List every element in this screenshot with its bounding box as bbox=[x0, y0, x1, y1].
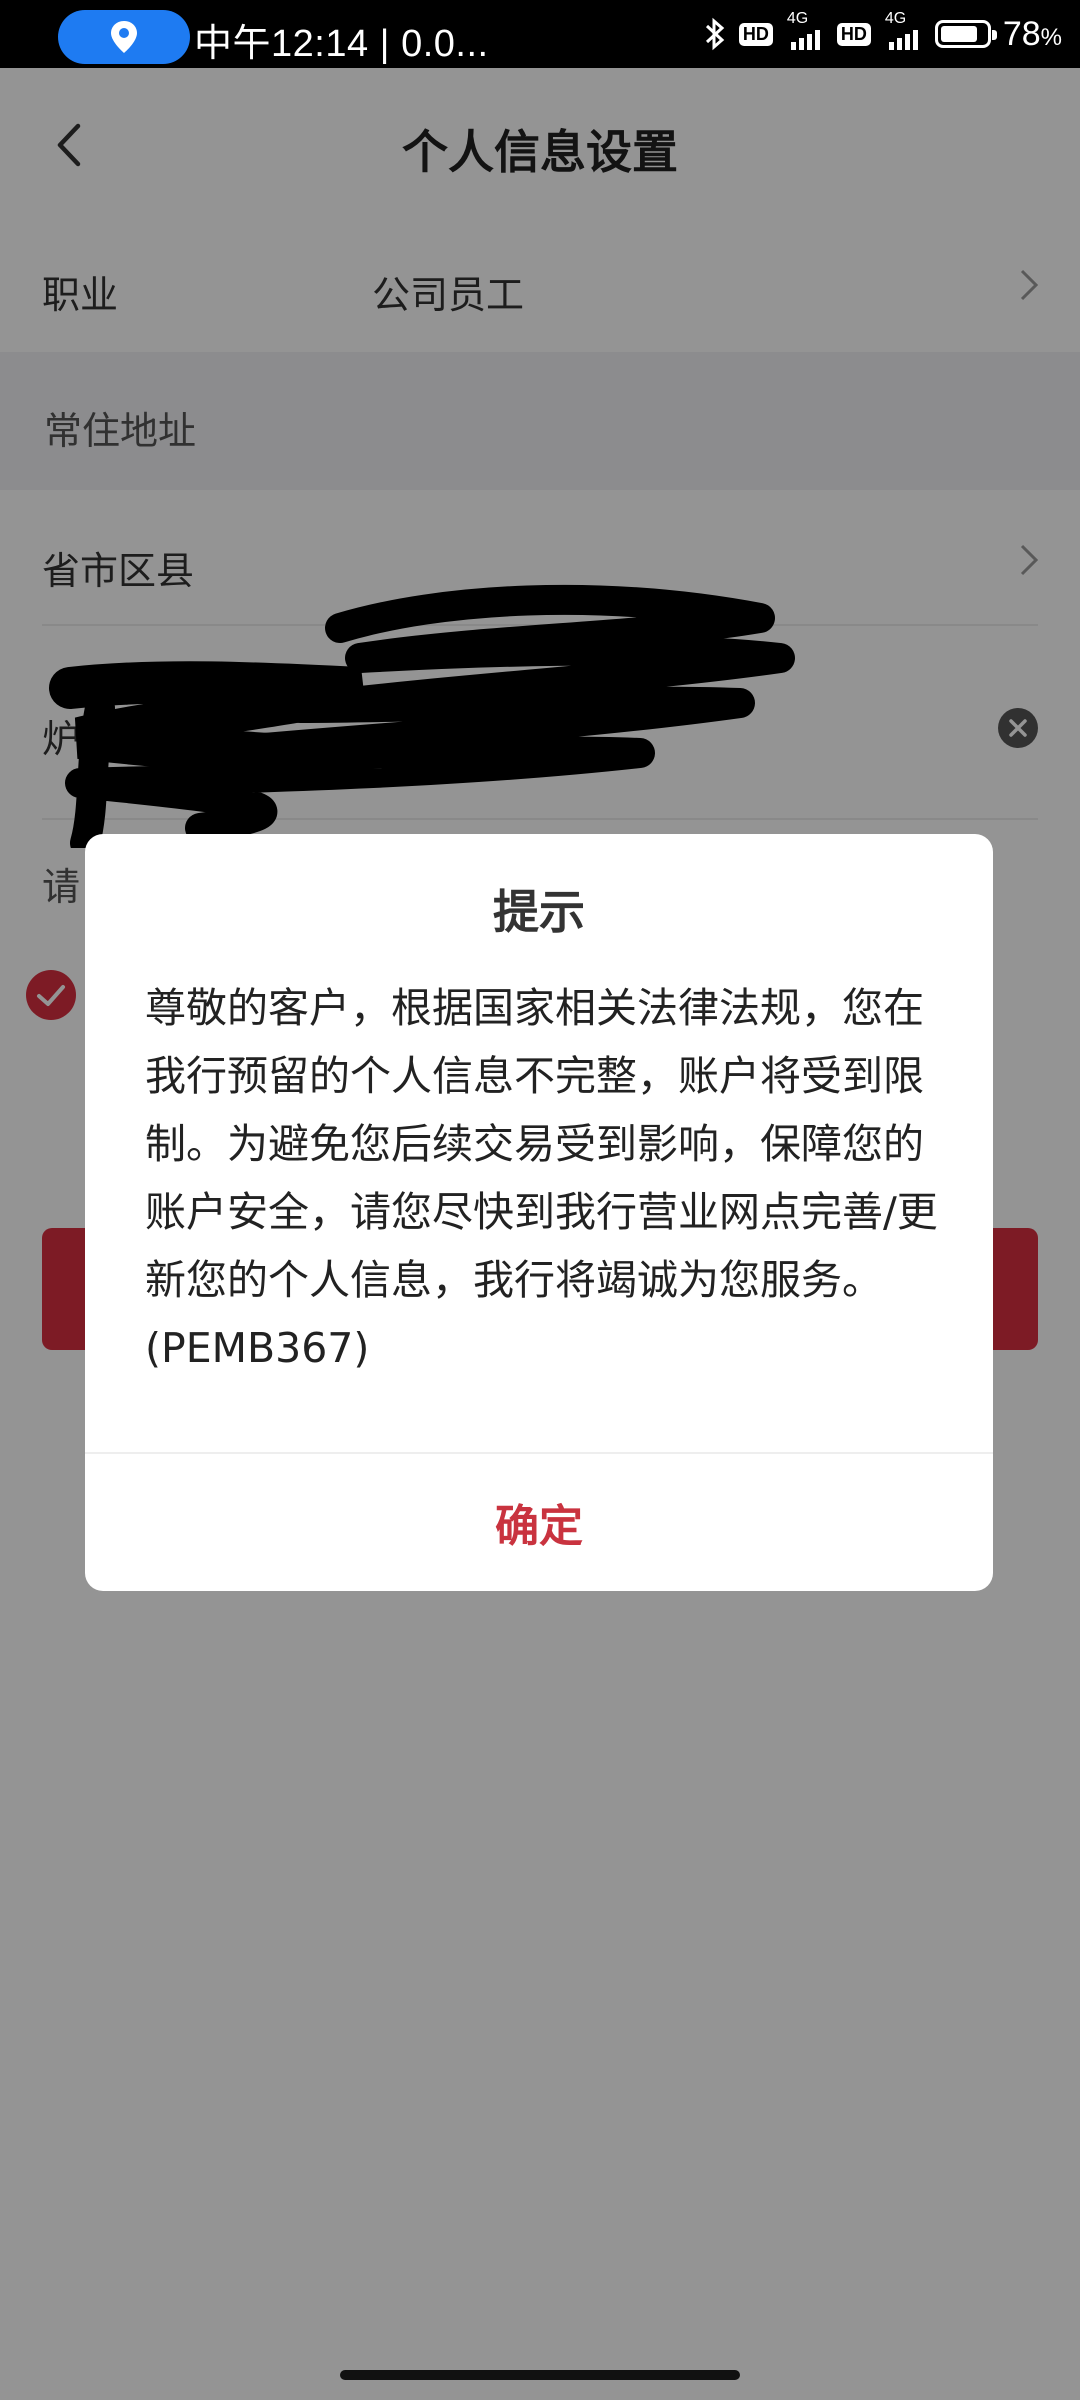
status-bar: 中午12:14 | 0.0... HD 4G HD 4G 78% bbox=[0, 0, 1080, 68]
dialog-message: 尊敬的客户，根据国家相关法律法规，您在我行预留的个人信息不完整，账户将受到限制。… bbox=[145, 984, 938, 1372]
alert-dialog: 提示 尊敬的客户，根据国家相关法律法规，您在我行预留的个人信息不完整，账户将受到… bbox=[85, 834, 993, 1591]
signal-icon-2: 4G bbox=[883, 10, 923, 52]
status-icons: HD 4G HD 4G 78% bbox=[703, 10, 1062, 56]
location-indicator[interactable] bbox=[58, 10, 190, 64]
hd-badge-1: HD bbox=[738, 22, 773, 46]
battery-percent: 78% bbox=[1002, 14, 1062, 53]
location-icon bbox=[111, 21, 137, 53]
bluetooth-icon bbox=[705, 17, 725, 51]
confirm-button[interactable]: 确定 bbox=[85, 1452, 993, 1591]
battery-icon bbox=[934, 20, 997, 48]
status-time: 中午12:14 | 0.0... bbox=[194, 23, 489, 65]
dialog-title: 提示 bbox=[493, 885, 585, 939]
hd-badge-2: HD bbox=[836, 22, 871, 46]
signal-icon-1: 4G bbox=[785, 10, 825, 52]
home-indicator[interactable] bbox=[340, 2370, 740, 2380]
